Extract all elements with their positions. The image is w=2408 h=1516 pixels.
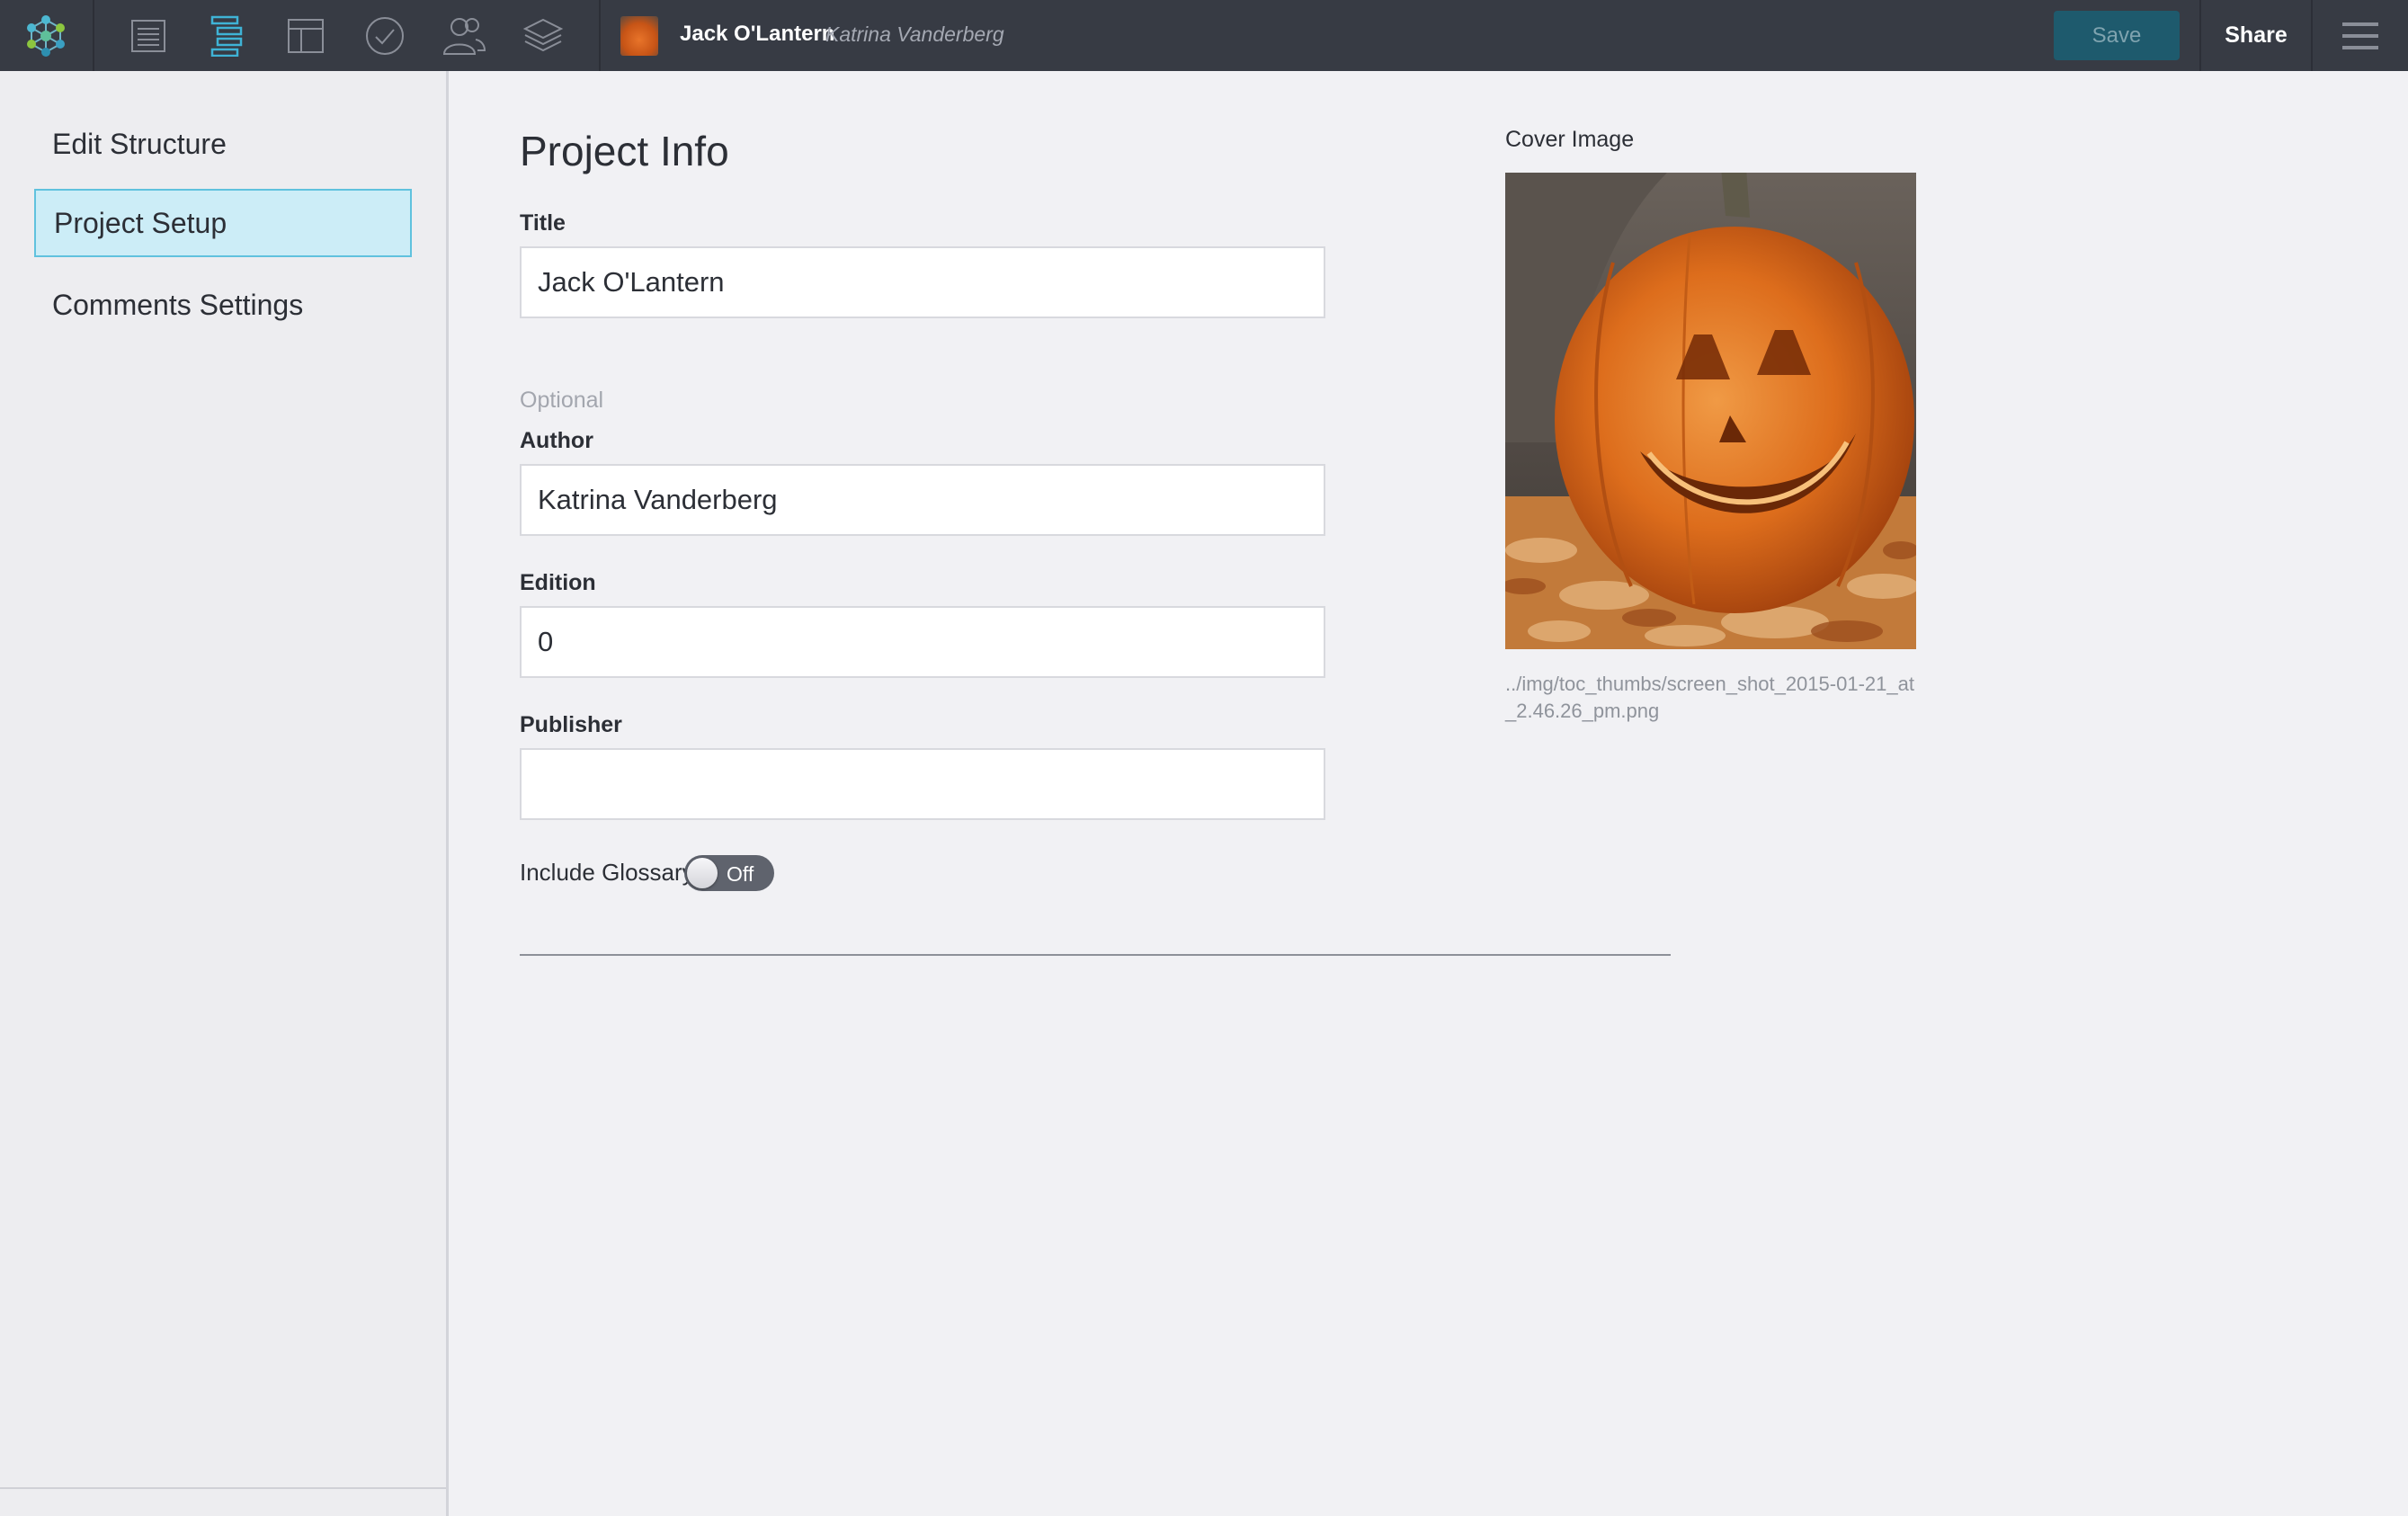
publisher-label: Publisher	[520, 712, 622, 737]
project-info-panel: Project Info Title Optional Author Editi…	[449, 71, 2408, 1516]
layers-icon[interactable]	[518, 11, 568, 61]
edition-field[interactable]	[520, 606, 1325, 678]
author-field[interactable]	[520, 464, 1325, 536]
edition-label: Edition	[520, 570, 596, 595]
sidebar-item-edit-structure[interactable]: Edit Structure	[34, 110, 412, 178]
save-button[interactable]: Save	[2054, 11, 2180, 60]
title-label: Title	[520, 210, 566, 236]
network-logo-icon[interactable]	[21, 11, 71, 61]
project-author: Katrina Vanderberg	[825, 22, 1004, 46]
layout-icon[interactable]	[281, 11, 331, 61]
share-button[interactable]: Share	[2201, 0, 2311, 71]
title-field[interactable]	[520, 246, 1325, 318]
sidebar-item-project-setup[interactable]: Project Setup	[34, 189, 412, 257]
sidebar-item-comments-settings[interactable]: Comments Settings	[34, 271, 412, 339]
include-glossary-label: Include Glossary	[520, 859, 694, 886]
sidebar-divider	[0, 1487, 446, 1489]
hamburger-menu-icon[interactable]	[2313, 0, 2408, 71]
structure-icon[interactable]	[201, 11, 252, 61]
toggle-knob	[687, 858, 718, 888]
page-title: Project Info	[520, 128, 729, 174]
check-icon[interactable]	[360, 11, 410, 61]
include-glossary-toggle[interactable]: Off	[684, 855, 774, 891]
cover-image-path: ../img/toc_thumbs/screen_shot_2015-01-21…	[1505, 673, 1914, 722]
optional-section-label: Optional	[520, 388, 604, 413]
top-toolbar: Jack O'Lantern Katrina Vanderberg Save S…	[0, 0, 2408, 71]
toolbar-divider	[599, 0, 601, 71]
toggle-state-label: Off	[727, 862, 754, 886]
cover-image-label: Cover Image	[1505, 127, 1635, 152]
document-icon[interactable]	[123, 11, 174, 61]
publisher-field[interactable]	[520, 748, 1325, 820]
users-icon[interactable]	[439, 11, 489, 61]
project-title: Jack O'Lantern	[680, 22, 835, 46]
author-label: Author	[520, 428, 593, 453]
section-divider	[520, 954, 1671, 956]
project-thumbnail	[620, 16, 658, 56]
cover-image[interactable]	[1505, 173, 1916, 649]
settings-sidebar: Edit Structure Project Setup Comments Se…	[0, 71, 449, 1516]
toolbar-divider	[93, 0, 94, 71]
